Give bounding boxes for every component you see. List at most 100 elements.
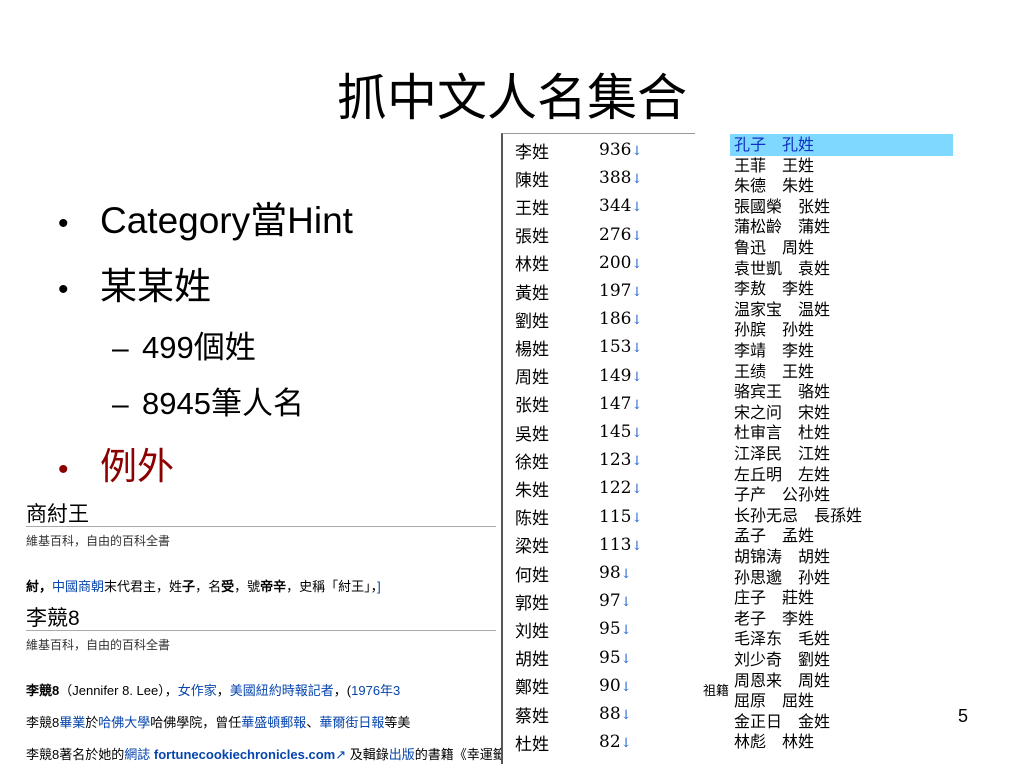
down-arrow-icon: ↓ (631, 538, 643, 554)
name-row[interactable]: 李靖 李姓 (734, 340, 814, 362)
surname-row: 李姓 936↓ (515, 136, 649, 164)
text: 及輯錄 (349, 747, 389, 762)
text: 、 (306, 715, 320, 730)
name-row[interactable]: 林彪 林姓 (734, 731, 814, 753)
down-arrow-icon: ↓ (620, 623, 632, 639)
surname-row: 刘姓 95↓ (515, 615, 649, 643)
surname: 林姓 (515, 255, 549, 276)
sub-dash: – (112, 388, 129, 421)
name-row[interactable]: 骆宾王 骆姓 (734, 381, 830, 403)
name-row[interactable]: 孟子 孟姓 (734, 525, 814, 547)
link-blog[interactable]: 網誌 (124, 747, 150, 762)
surname-row: 何姓 98↓ (515, 559, 649, 587)
surname-row: 林姓 200↓ (515, 249, 649, 277)
surname: 徐姓 (515, 452, 549, 473)
surname-count: 123↓ (599, 450, 643, 471)
bold-text: 受 (221, 579, 235, 594)
link-publish[interactable]: 出版 (389, 747, 415, 762)
person-name-list: 孔子 孔姓 王菲 王姓 朱德 朱姓 張國榮 张姓 蒲松齡 蒲姓 鲁迅 周姓 袁世凱 袁姓 李敖… (730, 133, 953, 753)
down-arrow-icon: ↓ (631, 144, 643, 159)
name-row[interactable]: 胡锦涛 胡姓 (734, 546, 830, 568)
surname-count: 153↓ (599, 337, 643, 358)
name-row[interactable]: 李敖 李姓 (734, 278, 814, 300)
link-truncated[interactable]: ] (377, 579, 381, 594)
name-row-selected[interactable]: 孔子 孔姓 (730, 134, 953, 156)
down-arrow-icon: ↓ (631, 397, 643, 413)
surname: 蔡姓 (515, 706, 549, 727)
name-row[interactable]: 周恩来 周姓 (734, 670, 830, 692)
surname: 李姓 (515, 142, 549, 163)
bullet-dot: • (58, 453, 69, 486)
name-row[interactable]: 老子 李姓 (734, 608, 814, 630)
surname-row: 吳姓 145↓ (515, 418, 649, 446)
link-washington-post[interactable]: 華盛頓郵報 (241, 715, 306, 730)
down-arrow-icon: ↓ (620, 679, 632, 695)
link-website[interactable]: fortunecookiechronicles.com (154, 747, 335, 762)
name-row[interactable]: 蒲松齡 蒲姓 (734, 216, 830, 238)
name-row[interactable]: 孙膑 孙姓 (734, 319, 814, 341)
surname-count: 186↓ (599, 309, 643, 330)
link-shang-dynasty[interactable]: 中國商朝 (52, 579, 104, 594)
article-title: 李競8 (26, 607, 80, 630)
name-row[interactable]: 金正日 金姓 (734, 711, 830, 733)
name-row[interactable]: 毛泽东 毛姓 (734, 628, 830, 650)
name-row[interactable]: 鲁迅 周姓 (734, 237, 814, 259)
text: 哈佛學院，曾任 (150, 715, 242, 730)
surname-row: 杜姓 82↓ (515, 728, 649, 756)
surname-count: 98↓ (599, 563, 632, 583)
surname-count: 197↓ (599, 281, 643, 301)
name-row[interactable]: 庄子 莊姓 (734, 587, 814, 609)
bullet-category-hint: • Category當Hint (58, 190, 353, 244)
name-row[interactable]: 杜审言 杜姓 (734, 422, 830, 444)
surname: 刘姓 (515, 621, 549, 642)
name-row[interactable]: 袁世凱 袁姓 (734, 258, 830, 280)
article-subtitle: 維基百科，自由的百科全書 (26, 534, 171, 548)
down-arrow-icon: ↓ (631, 510, 643, 526)
surname-count: 82↓ (599, 732, 632, 753)
text: ，史稱「紂王」， (286, 579, 378, 594)
name-row[interactable]: 宋之问 宋姓 (734, 402, 830, 424)
name-row[interactable]: 左丘明 左姓 (734, 464, 830, 486)
link-wsj[interactable]: 華爾街日報 (319, 715, 384, 730)
name-row[interactable]: 屈原 屈姓 (734, 690, 814, 712)
name-row[interactable]: 子产 公孙姓 (734, 484, 830, 506)
surname-row: 楊姓 153↓ (515, 333, 649, 361)
surname-row: 胡姓 95↓ (515, 644, 649, 672)
down-arrow-icon: ↓ (631, 285, 643, 300)
link-nyt-reporter[interactable]: 美國紐約時報記者 (230, 683, 334, 698)
name-row[interactable]: 温家宝 温姓 (734, 299, 830, 321)
text: 李競8著名於她的 (26, 747, 125, 762)
name-row[interactable]: 張國榮 张姓 (734, 196, 830, 218)
down-arrow-icon: ↓ (631, 313, 643, 329)
name-row[interactable]: 王菲 王姓 (734, 155, 814, 177)
name-row[interactable]: 孙思邈 孙姓 (734, 567, 830, 589)
down-arrow-icon: ↓ (631, 482, 643, 498)
name-row[interactable]: 刘少奇 劉姓 (734, 649, 830, 671)
surname-row: 朱姓 122↓ (515, 474, 649, 502)
surname: 郭姓 (515, 593, 549, 614)
text: 李競8 (26, 715, 60, 730)
bold-text: 李競8 (26, 683, 60, 698)
sub-text: 499個姓 (142, 330, 256, 365)
name-row[interactable]: 长孙无忌 長孫姓 (734, 505, 862, 527)
surname-count: 276↓ (599, 224, 643, 245)
link-birth-date[interactable]: 1976年3 (351, 683, 400, 698)
name-row[interactable]: 江泽民 江姓 (734, 443, 830, 465)
slide-title: 抓中文人名集合 (337, 69, 687, 127)
link-graduate[interactable]: 畢業 (59, 715, 85, 730)
link-harvard[interactable]: 哈佛大學 (98, 715, 150, 730)
surname-row: 陳姓 388↓ (515, 164, 649, 192)
sub-bullet-surname-count: – 499個姓 (112, 322, 256, 367)
bold-text: 帝辛 (260, 579, 287, 594)
article-body: 紂，中國商朝末代君主，姓子，名受，號帝辛，史稱「紂王」，] (26, 576, 381, 595)
sub-text: 8945筆人名 (142, 386, 304, 421)
down-arrow-icon: ↓ (631, 172, 643, 188)
name-row[interactable]: 朱德 朱姓 (734, 175, 814, 197)
surname-count: 122↓ (599, 478, 643, 499)
surname-row: 郭姓 97↓ (515, 587, 649, 615)
link-writer[interactable]: 女作家 (178, 683, 217, 698)
name-row[interactable]: 王绩 王姓 (734, 361, 814, 383)
text: 於 (85, 715, 99, 730)
surname-row: 王姓 344↓ (515, 192, 649, 220)
surname-row: 鄭姓 90↓ (515, 672, 649, 700)
